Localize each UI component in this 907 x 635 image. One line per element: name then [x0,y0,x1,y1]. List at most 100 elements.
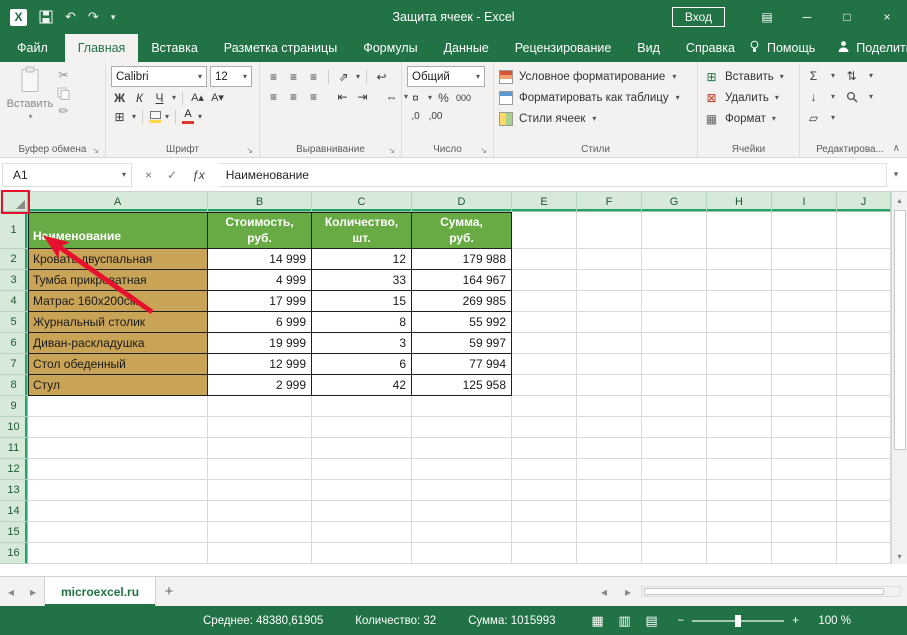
cell-I5[interactable] [772,312,837,333]
cell-B14[interactable] [208,501,312,522]
decrease-font-size-button[interactable]: A▾ [209,89,226,106]
cell-E3[interactable] [512,270,577,291]
number-format-select[interactable]: Общий▾ [407,66,485,87]
cell-G16[interactable] [642,543,707,564]
cell-G11[interactable] [642,438,707,459]
cell-D1[interactable]: Сумма, руб. [412,212,512,249]
currency-format-button[interactable]: ¤ [407,89,424,106]
cell-H7[interactable] [707,354,772,375]
row-header-12[interactable]: 12 [0,459,28,480]
page-break-view-button[interactable]: ▤ [640,611,664,631]
borders-dropdown-icon[interactable]: ▾ [132,112,136,121]
bold-button[interactable]: Ж [111,89,128,106]
minimize-button[interactable]: ─ [787,0,827,34]
cell-G12[interactable] [642,459,707,480]
underline-button[interactable]: Ч [151,89,168,106]
cell-I3[interactable] [772,270,837,291]
cell-F7[interactable] [577,354,642,375]
cell-A12[interactable] [28,459,208,480]
cell-D6[interactable]: 59 997 [412,333,512,354]
row-header-7[interactable]: 7 [0,354,28,375]
row-header-15[interactable]: 15 [0,522,28,543]
cell-F11[interactable] [577,438,642,459]
find-dropdown-icon[interactable]: ▾ [869,92,873,101]
sign-in-button[interactable]: Вход [672,7,725,27]
cell-G8[interactable] [642,375,707,396]
cell-A6[interactable]: Диван-раскладушка [28,333,208,354]
cell-J13[interactable] [837,480,891,501]
row-header-9[interactable]: 9 [0,396,28,417]
cell-B15[interactable] [208,522,312,543]
tab-insert[interactable]: Вставка [138,34,210,62]
decrease-indent-button[interactable]: ⇤ [334,88,351,105]
cell-H6[interactable] [707,333,772,354]
cell-J8[interactable] [837,375,891,396]
cell-C7[interactable]: 6 [312,354,412,375]
scroll-left-icon[interactable]: ◂ [593,585,615,599]
align-right-button[interactable]: ≡ [305,88,322,105]
cell-F12[interactable] [577,459,642,480]
cell-D16[interactable] [412,543,512,564]
cell-A14[interactable] [28,501,208,522]
row-header-10[interactable]: 10 [0,417,28,438]
cell-E12[interactable] [512,459,577,480]
tab-file[interactable]: Файл [0,34,65,62]
row-header-11[interactable]: 11 [0,438,28,459]
row-header-5[interactable]: 5 [0,312,28,333]
cell-G10[interactable] [642,417,707,438]
orientation-dropdown-icon[interactable]: ▾ [356,72,360,81]
vertical-scrollbar[interactable]: ▴ ▾ [891,192,907,564]
cell-E10[interactable] [512,417,577,438]
cell-G13[interactable] [642,480,707,501]
cell-I16[interactable] [772,543,837,564]
scroll-right-icon[interactable]: ▸ [617,585,639,599]
cell-B1[interactable]: Стоимость, руб. [208,212,312,249]
row-header-2[interactable]: 2 [0,249,28,270]
cell-E13[interactable] [512,480,577,501]
col-header-F[interactable]: F [577,192,642,212]
cell-H1[interactable] [707,212,772,249]
row-header-13[interactable]: 13 [0,480,28,501]
cut-icon[interactable]: ✂ [55,67,72,83]
redo-icon[interactable]: ↷ [88,9,99,25]
cell-D5[interactable]: 55 992 [412,312,512,333]
find-select-button[interactable] [843,88,860,105]
cell-J5[interactable] [837,312,891,333]
autosum-dropdown-icon[interactable]: ▾ [831,71,835,80]
cell-I11[interactable] [772,438,837,459]
cell-H4[interactable] [707,291,772,312]
cell-B16[interactable] [208,543,312,564]
cell-C12[interactable] [312,459,412,480]
page-layout-view-button[interactable]: ▥ [613,611,637,631]
tab-review[interactable]: Рецензирование [502,34,625,62]
cell-H3[interactable] [707,270,772,291]
cell-J3[interactable] [837,270,891,291]
cell-B3[interactable]: 4 999 [208,270,312,291]
cell-H15[interactable] [707,522,772,543]
cell-D11[interactable] [412,438,512,459]
cell-G7[interactable] [642,354,707,375]
paste-dropdown-icon[interactable]: ▾ [28,112,32,121]
row-header-14[interactable]: 14 [0,501,28,522]
currency-dropdown-icon[interactable]: ▾ [428,93,432,102]
normal-view-button[interactable]: ▦ [586,611,610,631]
tab-data[interactable]: Данные [431,34,502,62]
cell-I4[interactable] [772,291,837,312]
sort-filter-dropdown-icon[interactable]: ▾ [869,71,873,80]
cell-C6[interactable]: 3 [312,333,412,354]
clear-dropdown-icon[interactable]: ▾ [831,113,835,122]
clipboard-dialog-launcher-icon[interactable]: ↘ [92,146,99,155]
align-middle-button[interactable]: ≡ [285,68,302,85]
comma-style-button[interactable]: 000 [455,89,472,106]
cell-A1[interactable]: Наименование [28,212,208,249]
copy-icon[interactable] [55,85,72,101]
cell-D9[interactable] [412,396,512,417]
align-bottom-button[interactable]: ≡ [305,68,322,85]
cell-D4[interactable]: 269 985 [412,291,512,312]
horizontal-scrollbar[interactable] [641,586,901,597]
increase-font-size-button[interactable]: A▴ [189,89,206,106]
sort-filter-button[interactable]: ⇅ [843,67,860,84]
insert-cells-button[interactable]: ⊞ Вставить ▾ [703,66,794,87]
cell-J15[interactable] [837,522,891,543]
cell-C5[interactable]: 8 [312,312,412,333]
